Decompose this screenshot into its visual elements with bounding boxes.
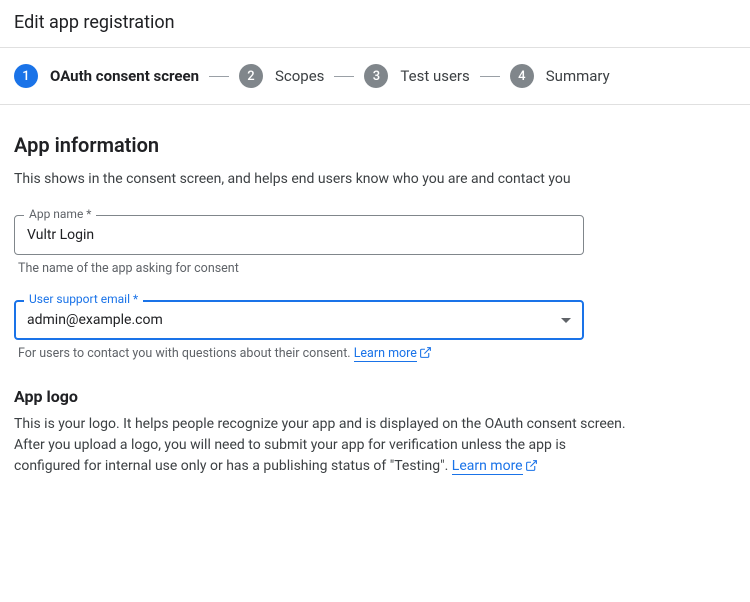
support-email-helper-text: For users to contact you with questions … — [18, 346, 354, 361]
chevron-down-icon — [561, 318, 571, 323]
step-number: 4 — [510, 64, 534, 88]
external-link-icon — [419, 346, 432, 363]
section-title-app-info: App information — [14, 133, 736, 157]
stepper: 1 OAuth consent screen 2 Scopes 3 Test u… — [0, 48, 750, 104]
support-email-value: admin@example.com — [27, 312, 163, 328]
learn-more-text: Learn more — [354, 346, 417, 361]
support-email-select[interactable]: admin@example.com — [14, 300, 584, 340]
step-oauth-consent[interactable]: 1 OAuth consent screen — [14, 64, 199, 88]
learn-more-link-support-email[interactable]: Learn more — [354, 346, 417, 362]
step-separator — [480, 76, 500, 77]
section-title-app-logo: App logo — [14, 387, 736, 406]
app-name-label: App name * — [24, 207, 96, 221]
support-email-label: User support email * — [24, 292, 143, 306]
step-number: 1 — [14, 64, 38, 88]
content: App information This shows in the consen… — [0, 105, 750, 479]
step-test-users[interactable]: 3 Test users — [364, 64, 469, 88]
step-summary[interactable]: 4 Summary — [510, 64, 610, 88]
step-label: Summary — [546, 67, 610, 85]
step-label: OAuth consent screen — [50, 67, 199, 85]
step-number: 3 — [364, 64, 388, 88]
learn-more-link-app-logo[interactable]: Learn more — [452, 458, 523, 475]
step-label: Scopes — [275, 67, 324, 85]
section-desc-app-info: This shows in the consent screen, and he… — [14, 169, 574, 189]
app-name-input[interactable] — [14, 215, 584, 255]
step-label: Test users — [400, 67, 469, 85]
support-email-helper: For users to contact you with questions … — [18, 346, 588, 363]
step-number: 2 — [239, 64, 263, 88]
step-separator — [334, 76, 354, 77]
app-logo-section: App logo This is your logo. It helps peo… — [14, 387, 736, 479]
step-separator — [209, 76, 229, 77]
support-email-field-wrap: User support email * admin@example.com — [14, 300, 584, 340]
step-scopes[interactable]: 2 Scopes — [239, 64, 324, 88]
external-link-icon — [525, 458, 538, 479]
app-logo-desc: This is your logo. It helps people recog… — [14, 414, 634, 479]
learn-more-text: Learn more — [452, 458, 523, 474]
app-name-field-wrap: App name * — [14, 215, 584, 255]
app-name-helper: The name of the app asking for consent — [18, 261, 588, 276]
app-logo-desc-line1: This is your logo. It helps people recog… — [14, 416, 626, 432]
page-title: Edit app registration — [0, 0, 750, 47]
